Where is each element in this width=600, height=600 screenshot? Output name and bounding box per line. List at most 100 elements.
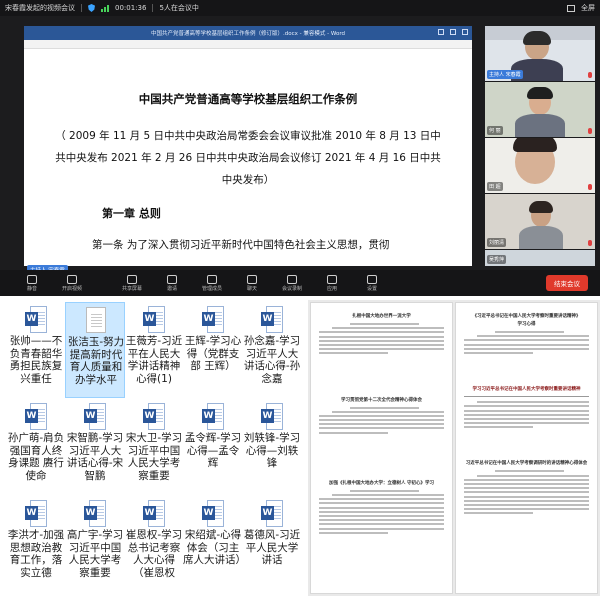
mic-muted-icon bbox=[588, 128, 592, 134]
meeting-top-bar: 宋春霞发起的视频会议 00:01:36 5人在会议中 全屏 bbox=[0, 0, 600, 16]
file-item[interactable]: W 崔恩权-学习总书记考察人大心得（崔恩权 bbox=[124, 496, 184, 592]
invite-icon bbox=[167, 274, 177, 284]
file-item[interactable]: W 孟令辉-学习心得—孟令辉 bbox=[183, 399, 243, 495]
word-doc-icon: W bbox=[202, 306, 224, 333]
paragraph-block bbox=[319, 323, 444, 355]
word-doc-icon: W bbox=[84, 403, 106, 430]
word-doc-icon: W bbox=[202, 403, 224, 430]
participant-tile[interactable]: 吴秀萍 bbox=[485, 250, 595, 266]
file-name: 孙念嘉-学习习近平人大讲话心得-孙念嘉 bbox=[243, 335, 301, 385]
divider bbox=[152, 4, 154, 12]
page-heading: 《习近平总书记在中国人民大学考察时重要讲话精神》 bbox=[472, 314, 581, 319]
word-doc-icon: W bbox=[25, 306, 47, 333]
file-item[interactable]: W 孙念嘉-学习习近平人大讲话心得-孙念嘉 bbox=[242, 302, 302, 398]
participant-panel: 主持人 宋春霞 何 丽 田 超 刘丽清 吴秀萍 bbox=[485, 26, 595, 266]
maximize-icon[interactable] bbox=[450, 29, 456, 35]
microphone-icon bbox=[27, 274, 37, 284]
close-icon[interactable] bbox=[462, 29, 468, 35]
participant-tile[interactable]: 刘丽清 bbox=[485, 194, 595, 249]
file-item[interactable]: W 张帅——不负青春韶华勇担民族复兴重任 bbox=[6, 302, 66, 398]
file-item[interactable]: 张洁玉-努力提高新时代育人质量和办学水平 bbox=[65, 302, 125, 398]
file-explorer-grid: W 张帅——不负青春韶华勇担民族复兴重任 张洁玉-努力提高新时代育人质量和办学水平 W… bbox=[4, 300, 304, 596]
word-doc-icon: W bbox=[143, 500, 165, 527]
file-item[interactable]: W 王辉-学习心得（党群支部 王辉） bbox=[183, 302, 243, 398]
document-article-text: 第一条 为了深入贯彻习近平新时代中国特色社会主义思想，贯彻 bbox=[92, 239, 390, 251]
participant-name: 刘丽清 bbox=[487, 238, 507, 247]
file-item[interactable]: W 王薇芳-习近平在人民大学讲话精神心得(1) bbox=[124, 302, 184, 398]
word-doc-icon: W bbox=[261, 500, 283, 527]
file-item[interactable]: W 宋绍斌-心得体会（习主席人大讲话） bbox=[183, 496, 243, 592]
paragraph-block bbox=[464, 401, 589, 429]
members-icon bbox=[207, 274, 217, 284]
file-item[interactable]: W 孙广萌-肩负强国育人终身课题 赓行使命 bbox=[6, 399, 66, 495]
page-heading: 扎根中国大地办世界一流大学 bbox=[352, 314, 411, 319]
chat-button[interactable]: 聊天 bbox=[232, 274, 272, 292]
document-title-bar: 中国共产党普通高等学校基层组织工作条例（修订版）.docx - 兼容模式 - W… bbox=[24, 26, 472, 40]
file-name: 孙广萌-肩负强国育人终身课题 赓行使命 bbox=[7, 432, 65, 482]
fullscreen-button[interactable]: 全屏 bbox=[581, 3, 595, 13]
document-title: 中国共产党普通高等学校基层组织工作条例 bbox=[138, 92, 358, 106]
fullscreen-icon[interactable] bbox=[567, 4, 575, 12]
file-name: 刘轶锋-学习心得—刘轶锋 bbox=[243, 432, 301, 469]
participant-tile[interactable]: 何 丽 bbox=[485, 82, 595, 137]
signal-icon[interactable] bbox=[101, 4, 109, 12]
participant-name: 何 丽 bbox=[487, 126, 503, 135]
participant-name: 主持人 宋春霞 bbox=[487, 70, 523, 79]
record-icon bbox=[287, 274, 297, 284]
file-item[interactable]: W 宋大卫-学习习近平中国人民大学考察重要 bbox=[124, 399, 184, 495]
mute-button[interactable]: 静音 bbox=[12, 274, 52, 292]
mic-muted-icon bbox=[588, 184, 592, 190]
participant-tile[interactable]: 主持人 宋春霞 bbox=[485, 26, 595, 81]
divider bbox=[464, 396, 589, 398]
apps-icon bbox=[327, 274, 337, 284]
end-meeting-button[interactable]: 结束会议 bbox=[546, 275, 588, 291]
word-doc-icon: W bbox=[261, 306, 283, 333]
minimize-icon[interactable] bbox=[438, 29, 444, 35]
share-screen-icon bbox=[127, 274, 137, 284]
video-meeting-window: 宋春霞发起的视频会议 00:01:36 5人在会议中 全屏 中国共产党普通高等学… bbox=[0, 0, 600, 296]
settings-button[interactable]: 设置 bbox=[352, 274, 392, 292]
participant-name: 田 超 bbox=[487, 182, 503, 191]
file-name: 张洁玉-努力提高新时代育人质量和办学水平 bbox=[67, 336, 125, 386]
file-item[interactable]: W 李洪才-加强思想政治教育工作，落实立德 bbox=[6, 496, 66, 592]
file-item[interactable]: W 宋智鹏-学习习近平人大讲话心得-宋智鹏 bbox=[65, 399, 125, 495]
file-name: 王辉-学习心得（党群支部 王辉） bbox=[184, 335, 242, 372]
meeting-name[interactable]: 宋春霞发起的视频会议 bbox=[5, 3, 75, 13]
file-name: 崔恩权-学习总书记考察人大心得（崔恩权 bbox=[125, 529, 183, 579]
page-heading: 学习贯彻党第十二次全代会精神心得体会 bbox=[341, 397, 422, 403]
file-name: 葛德风-习近平人民大学讲话 bbox=[243, 529, 301, 566]
page-subheading: 学习心得 bbox=[517, 322, 536, 327]
video-button[interactable]: 开启视频 bbox=[52, 274, 92, 292]
file-name: 张帅——不负青春韶华勇担民族复兴重任 bbox=[9, 335, 63, 385]
file-item[interactable]: W 刘轶锋-学习心得—刘轶锋 bbox=[242, 399, 302, 495]
document-page-left: 扎根中国大地办世界一流大学 学习贯彻党第十二次全代会精神心得体会 加强《扎根中国… bbox=[310, 302, 453, 594]
shield-icon[interactable] bbox=[88, 4, 95, 12]
file-name: 宋智鹏-学习习近平人大讲话心得-宋智鹏 bbox=[66, 432, 124, 482]
document-page-right: 《习近平总书记在中国人民大学考察时重要讲话精神》 学习心得 学习习近平总书记在中… bbox=[455, 302, 598, 594]
word-doc-icon: W bbox=[202, 500, 224, 527]
paragraph-block bbox=[464, 470, 589, 515]
file-item[interactable]: W 高广宇-学习习近平中国人民大学考察重要 bbox=[65, 496, 125, 592]
meeting-timer: 00:01:36 bbox=[115, 4, 147, 12]
invite-button[interactable]: 邀请 bbox=[152, 274, 192, 292]
page-heading: 学习习近平总书记在中国人民大学考察时重要讲话精神 bbox=[472, 387, 581, 393]
word-doc-icon: W bbox=[84, 500, 106, 527]
document-subtitle: （ 2009 年 11 月 5 日中共中央政治局常委会会议审议批准 2010 年… bbox=[55, 130, 441, 186]
page-heading: 加强《扎根中国大地办大学：立德树人 守初心》学习 bbox=[328, 480, 435, 486]
window-controls bbox=[438, 29, 468, 35]
divider bbox=[81, 4, 82, 12]
word-doc-icon: W bbox=[25, 500, 47, 527]
apps-button[interactable]: 应用 bbox=[312, 274, 352, 292]
collage: 宋春霞发起的视频会议 00:01:36 5人在会议中 全屏 中国共产党普通高等学… bbox=[0, 0, 600, 600]
participant-tile[interactable]: 田 超 bbox=[485, 138, 595, 193]
attendee-count[interactable]: 5人在会议中 bbox=[159, 3, 198, 13]
file-name: 李洪才-加强思想政治教育工作，落实立德 bbox=[7, 529, 65, 579]
manage-members-button[interactable]: 管理成员 bbox=[192, 274, 232, 292]
file-item[interactable]: W 葛德风-习近平人民大学讲话 bbox=[242, 496, 302, 592]
word-doc-icon: W bbox=[143, 306, 165, 333]
paragraph-block bbox=[319, 406, 444, 434]
record-button[interactable]: 会议录制 bbox=[272, 274, 312, 292]
file-name: 宋大卫-学习习近平中国人民大学考察重要 bbox=[125, 432, 183, 482]
file-name: 宋绍斌-心得体会（习主席人大讲话） bbox=[183, 529, 243, 566]
share-screen-button[interactable]: 共享屏幕 bbox=[112, 274, 152, 292]
